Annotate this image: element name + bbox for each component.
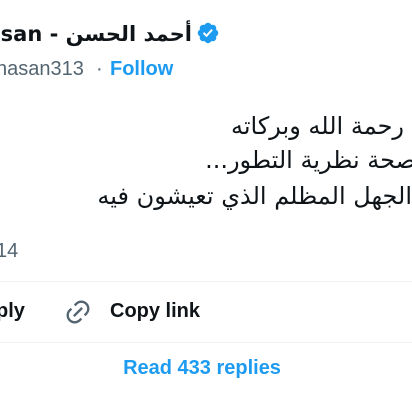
tweet-text-line: صحة نظرية التطور...	[205, 146, 412, 174]
tweet-text: رحمة الله وبركاته صحة نظرية التطور... ال…	[0, 110, 412, 220]
author-name-row: asan - أحمد الحسن	[0, 16, 412, 52]
author-display-name[interactable]: asan - أحمد الحسن	[0, 22, 192, 46]
link-icon	[66, 300, 90, 324]
separator-dot: ·	[96, 58, 103, 80]
read-replies-button[interactable]: Read 433 replies	[0, 357, 412, 385]
copy-link-button[interactable]: Copy link	[64, 296, 224, 328]
tweet-actions: ply Copy link	[0, 282, 412, 342]
tweet-timestamp[interactable]: 14	[0, 240, 18, 263]
tweet-text-line: الجهل المظلم الذي تعيشون فيه	[97, 182, 412, 210]
follow-button[interactable]: Follow	[110, 58, 173, 81]
divider	[0, 342, 412, 343]
copy-link-label: Copy link	[110, 300, 201, 322]
reply-button[interactable]: ply	[0, 300, 25, 323]
verified-badge-icon	[197, 22, 219, 44]
read-replies-label: Read 433 replies	[123, 357, 281, 379]
author-handle[interactable]: nasan313	[0, 58, 84, 81]
tweet-text-line: رحمة الله وبركاته	[230, 112, 404, 140]
tweet-header: asan - أحمد الحسن nasan313 · Follow	[0, 16, 412, 86]
